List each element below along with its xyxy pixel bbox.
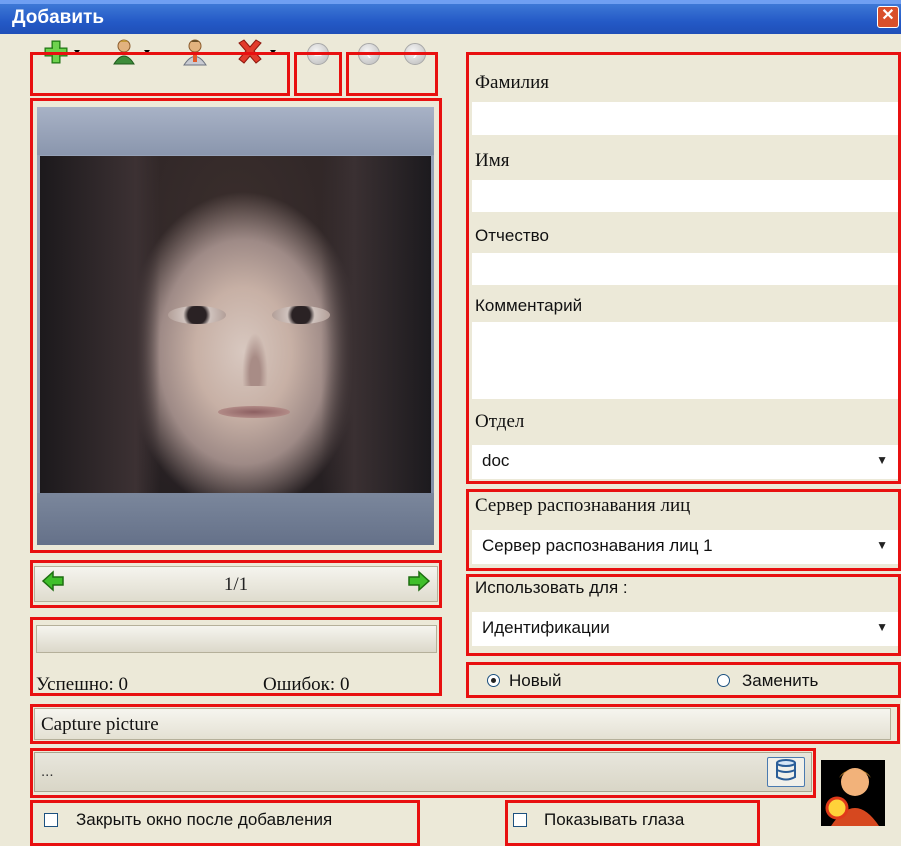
highlight-toolbar-nav: [346, 52, 438, 96]
highlight-toolbar-minus: [294, 52, 342, 96]
title-bar: Добавить ✕: [0, 0, 901, 34]
highlight-use-for: [466, 574, 901, 656]
highlight-show-eyes: [505, 800, 760, 846]
user-alert-icon: [821, 760, 885, 830]
highlight-form: [466, 52, 901, 484]
highlight-photo-nav: [30, 560, 442, 608]
highlight-path: [30, 748, 816, 798]
highlight-stats: [30, 617, 442, 696]
close-button[interactable]: ✕: [877, 6, 899, 28]
highlight-toolbar-main: [30, 52, 290, 96]
highlight-mode: [466, 662, 901, 698]
highlight-photo: [30, 98, 442, 553]
avatar: [821, 760, 885, 826]
highlight-server: [466, 489, 901, 571]
highlight-close-after: [30, 800, 420, 846]
window-title: Добавить: [12, 7, 105, 28]
close-icon: ✕: [881, 7, 895, 24]
highlight-capture: [30, 704, 900, 744]
